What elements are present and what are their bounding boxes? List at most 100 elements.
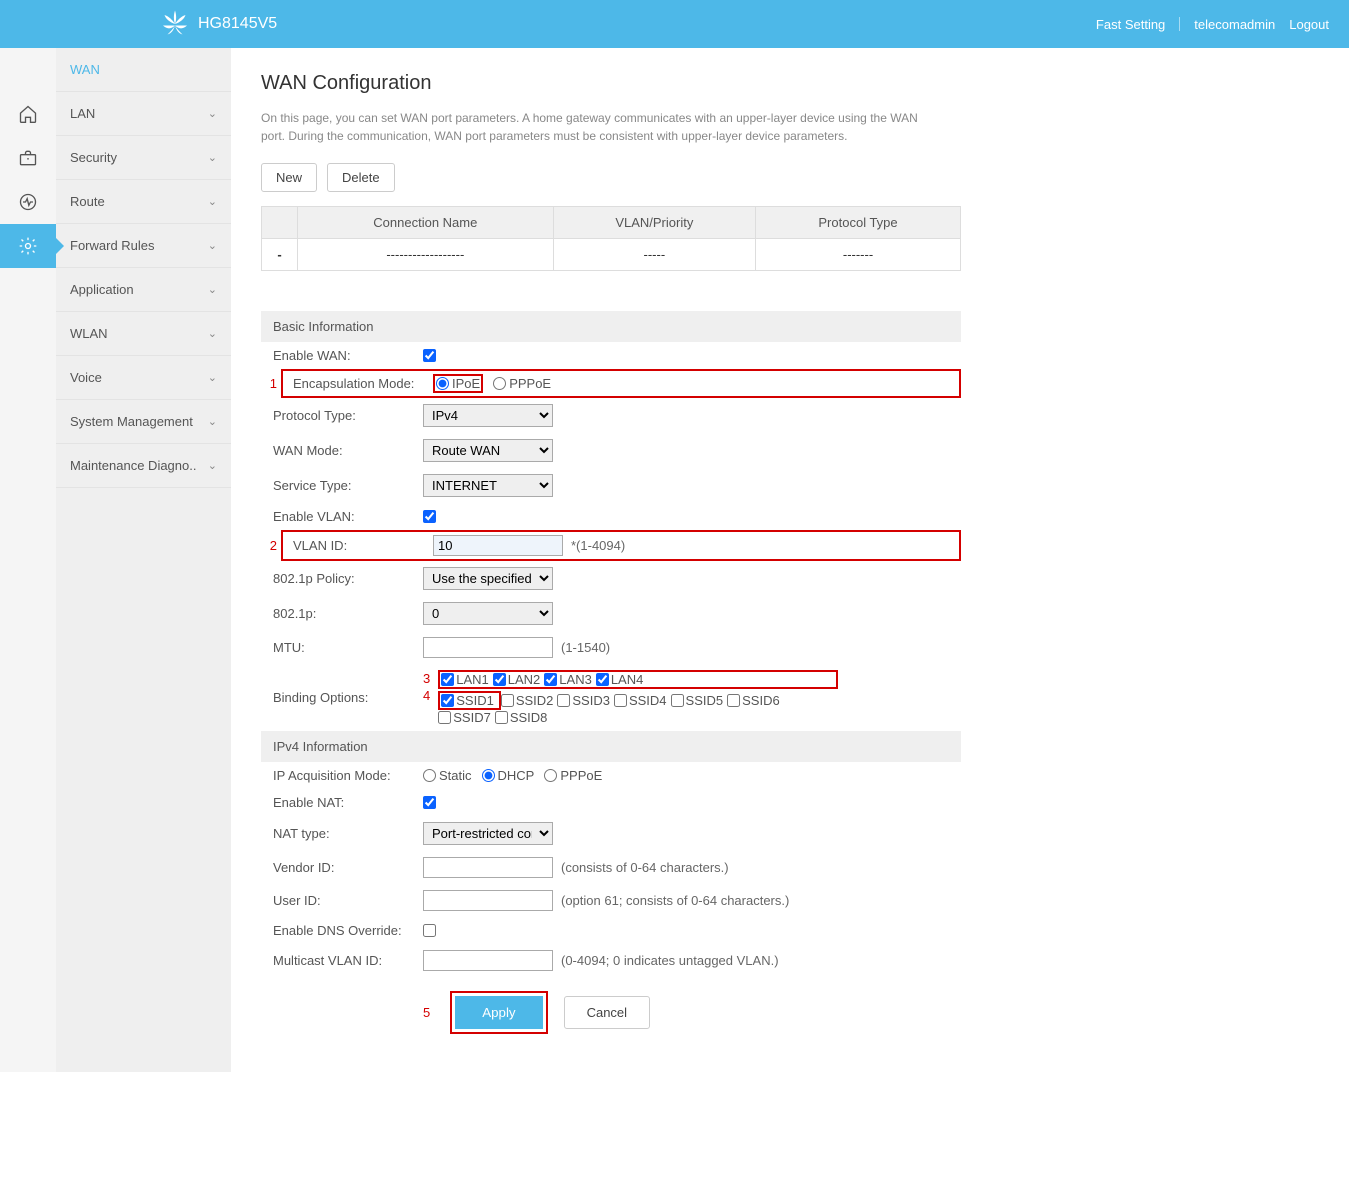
fast-setting-link[interactable]: Fast Setting [1096, 17, 1165, 32]
hint-mtu: (1-1540) [561, 640, 610, 655]
header: HG8145V5 Fast Setting telecomadmin Logou… [0, 0, 1349, 48]
ip-static-radio[interactable] [423, 769, 436, 782]
ssid8-checkbox[interactable] [495, 711, 508, 724]
product-name: HG8145V5 [198, 15, 277, 33]
label-8021p-policy: 802.1p Policy: [273, 571, 423, 586]
label-nat-type: NAT type: [273, 826, 423, 841]
ssid4-checkbox[interactable] [614, 694, 627, 707]
huawei-logo-icon [160, 9, 190, 39]
sidebar-item-maintenance[interactable]: Maintenance Diagno..⌄ [56, 444, 231, 488]
sidebar-item-route[interactable]: Route⌄ [56, 180, 231, 224]
nat-type-select[interactable]: Port-restricted cone [423, 822, 553, 845]
gear-icon[interactable] [0, 224, 56, 268]
sidebar-item-lan[interactable]: LAN⌄ [56, 92, 231, 136]
annotation-3: 3 [423, 671, 430, 686]
section-basic: Basic Information [261, 311, 961, 342]
chevron-down-icon: ⌄ [208, 239, 217, 252]
annotation-5: 5 [423, 1005, 430, 1020]
vendor-id-input[interactable] [423, 857, 553, 878]
label-enable-nat: Enable NAT: [273, 795, 423, 810]
ssid6-checkbox[interactable] [727, 694, 740, 707]
ssid5-checkbox[interactable] [671, 694, 684, 707]
chevron-down-icon: ⌄ [208, 327, 217, 340]
main: WAN Configuration On this page, you can … [231, 48, 991, 1072]
enable-vlan-checkbox[interactable] [423, 510, 436, 523]
sidebar-item-voice[interactable]: Voice⌄ [56, 356, 231, 400]
enable-nat-checkbox[interactable] [423, 796, 436, 809]
vlan-id-input[interactable] [433, 535, 563, 556]
policy-select[interactable]: Use the specified value [423, 567, 553, 590]
delete-button[interactable]: Delete [327, 163, 395, 192]
page-title: WAN Configuration [261, 72, 961, 95]
chevron-down-icon: ⌄ [208, 283, 217, 296]
chevron-down-icon: ⌄ [208, 151, 217, 164]
sidebar-item-system-management[interactable]: System Management⌄ [56, 400, 231, 444]
annotation-2: 2 [261, 538, 277, 553]
cancel-button[interactable]: Cancel [564, 996, 650, 1029]
ssid3-checkbox[interactable] [557, 694, 570, 707]
label-protocol-type: Protocol Type: [273, 408, 423, 423]
label-mtu: MTU: [273, 640, 423, 655]
encap-pppoe-radio[interactable] [493, 377, 506, 390]
8021p-select[interactable]: 0 [423, 602, 553, 625]
user-id-input[interactable] [423, 890, 553, 911]
enable-wan-checkbox[interactable] [423, 349, 436, 362]
label-enable-vlan: Enable VLAN: [273, 509, 423, 524]
service-type-select[interactable]: INTERNET [423, 474, 553, 497]
table-row[interactable]: - ------------------ ----- ------- [262, 239, 961, 271]
multicast-vlan-input[interactable] [423, 950, 553, 971]
home-icon[interactable] [0, 92, 56, 136]
mtu-input[interactable] [423, 637, 553, 658]
chevron-down-icon: ⌄ [208, 459, 217, 472]
encap-ipoe-radio[interactable] [436, 377, 449, 390]
ssid2-checkbox[interactable] [501, 694, 514, 707]
wan-mode-select[interactable]: Route WAN [423, 439, 553, 462]
label-service-type: Service Type: [273, 478, 423, 493]
ip-pppoe-radio[interactable] [544, 769, 557, 782]
dns-override-checkbox[interactable] [423, 924, 436, 937]
label-wan-mode: WAN Mode: [273, 443, 423, 458]
lan2-checkbox[interactable] [493, 673, 506, 686]
label-binding: Binding Options: [273, 670, 423, 705]
logout-link[interactable]: Logout [1289, 17, 1329, 32]
label-multicast-vlan: Multicast VLAN ID: [273, 953, 423, 968]
col-vlan-priority: VLAN/Priority [553, 207, 755, 239]
iconbar [0, 48, 56, 1072]
label-dns-override: Enable DNS Override: [273, 923, 423, 938]
chevron-down-icon: ⌄ [208, 415, 217, 428]
sidebar-item-wan[interactable]: WAN [56, 48, 231, 92]
hint-user: (option 61; consists of 0-64 characters.… [561, 893, 789, 908]
sidebar-item-security[interactable]: Security⌄ [56, 136, 231, 180]
briefcase-icon[interactable] [0, 136, 56, 180]
protocol-type-select[interactable]: IPv4 [423, 404, 553, 427]
sidebar: WAN LAN⌄ Security⌄ Route⌄ Forward Rules⌄… [56, 48, 231, 1072]
lan1-checkbox[interactable] [441, 673, 454, 686]
label-enable-wan: Enable WAN: [273, 348, 423, 363]
chevron-down-icon: ⌄ [208, 371, 217, 384]
hint-vendor: (consists of 0-64 characters.) [561, 860, 729, 875]
lan4-checkbox[interactable] [596, 673, 609, 686]
sidebar-item-wlan[interactable]: WLAN⌄ [56, 312, 231, 356]
apply-button[interactable]: Apply [455, 996, 542, 1029]
label-encapsulation-mode: Encapsulation Mode: [293, 376, 433, 391]
new-button[interactable]: New [261, 163, 317, 192]
sidebar-item-forward-rules[interactable]: Forward Rules⌄ [56, 224, 231, 268]
user-link[interactable]: telecomadmin [1194, 17, 1275, 32]
ssid7-checkbox[interactable] [438, 711, 451, 724]
hint-vlan: *(1-4094) [571, 538, 625, 553]
hint-multicast: (0-4094; 0 indicates untagged VLAN.) [561, 953, 779, 968]
chevron-down-icon: ⌄ [208, 107, 217, 120]
ip-dhcp-radio[interactable] [482, 769, 495, 782]
chevron-down-icon: ⌄ [208, 195, 217, 208]
sidebar-item-application[interactable]: Application⌄ [56, 268, 231, 312]
annotation-4: 4 [423, 688, 430, 703]
lan3-checkbox[interactable] [544, 673, 557, 686]
label-vlan-id: VLAN ID: [293, 538, 433, 553]
col-protocol-type: Protocol Type [756, 207, 961, 239]
separator [1179, 17, 1180, 31]
ssid1-checkbox[interactable] [441, 694, 454, 707]
page-description: On this page, you can set WAN port param… [261, 109, 961, 145]
section-ipv4: IPv4 Information [261, 731, 961, 762]
label-ip-acquisition: IP Acquisition Mode: [273, 768, 423, 783]
activity-icon[interactable] [0, 180, 56, 224]
